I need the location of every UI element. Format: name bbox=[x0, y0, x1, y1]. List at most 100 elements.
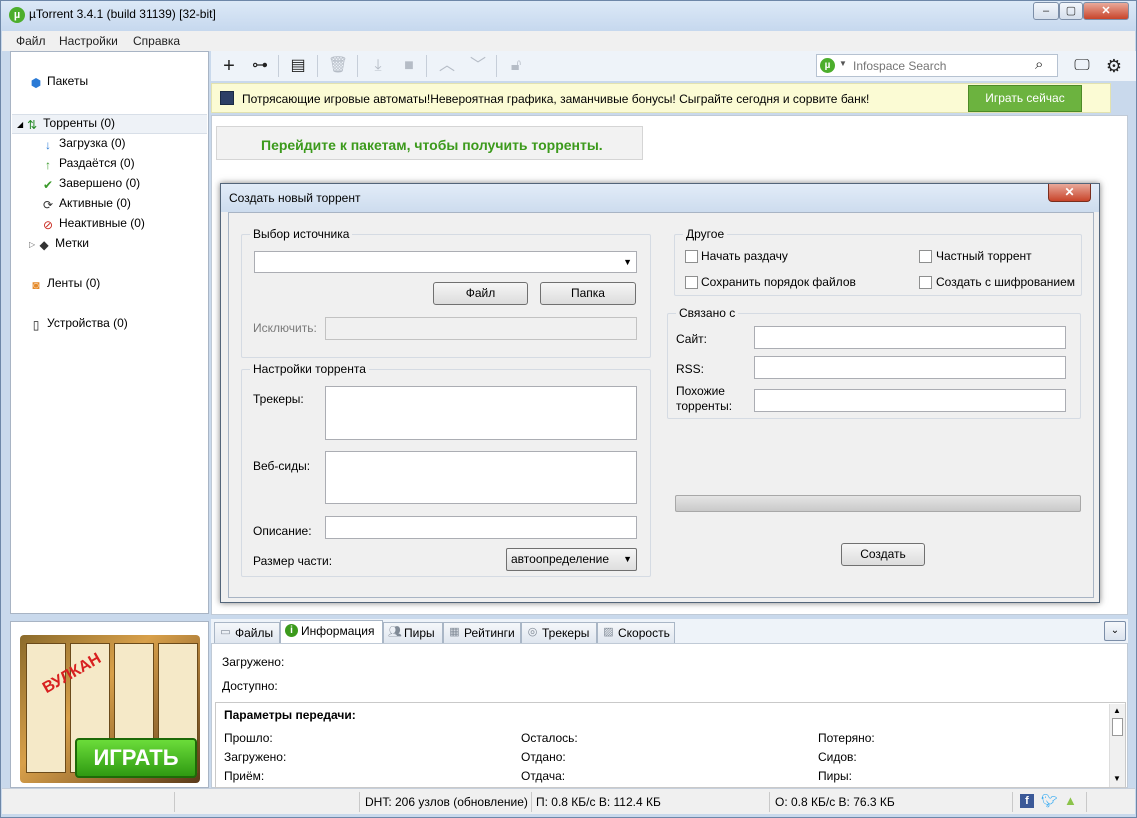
piece-size-value: автоопределение bbox=[511, 552, 610, 566]
tab-info[interactable]: i Информация bbox=[280, 620, 383, 643]
close-button[interactable]: ✕ bbox=[1083, 2, 1129, 20]
remote-monitor-icon[interactable]: 🖵︎ bbox=[1070, 55, 1094, 77]
phone-icon: ▯ bbox=[32, 318, 40, 332]
sidebar-item-downloading[interactable]: ↓ Загрузка (0) bbox=[41, 136, 126, 152]
description-field[interactable] bbox=[325, 516, 637, 539]
sidebar-item-label: Раздаётся (0) bbox=[59, 156, 135, 170]
play-ad-button[interactable]: ИГРАТЬ bbox=[75, 738, 197, 778]
private-torrent-checkbox[interactable] bbox=[919, 250, 932, 263]
tab-label: Рейтинги bbox=[464, 626, 515, 640]
sidebar-item-active[interactable]: ⟳ Активные (0) bbox=[41, 196, 131, 212]
collapse-panel-icon[interactable]: ⌄ bbox=[1104, 621, 1126, 641]
start-seeding-checkbox[interactable] bbox=[685, 250, 698, 263]
play-now-button[interactable]: Играть сейчас bbox=[968, 85, 1082, 112]
collapse-arrow-icon[interactable]: ▷ bbox=[29, 240, 35, 249]
status-divider bbox=[174, 792, 175, 812]
torrent-settings-label: Настройки торрента bbox=[250, 362, 369, 376]
scroll-down-icon[interactable]: ▼ bbox=[1113, 774, 1121, 783]
sidebar-item-label: Пакеты bbox=[47, 74, 89, 88]
refresh-icon: ⟳ bbox=[42, 198, 54, 212]
similar-torrents-field[interactable] bbox=[754, 389, 1066, 412]
stop-icon[interactable]: ■ bbox=[397, 55, 421, 77]
bundles-hint[interactable]: Перейдите к пакетам, чтобы получить торр… bbox=[216, 126, 643, 160]
description-label: Описание: bbox=[253, 524, 312, 538]
tab-label: Пиры bbox=[404, 626, 435, 640]
rss-field[interactable] bbox=[754, 356, 1066, 379]
delete-icon[interactable]: 🗑︎ bbox=[326, 55, 350, 77]
menu-file[interactable]: Файл bbox=[16, 34, 46, 48]
dialog-title-bar: Создать новый торрент ✕ bbox=[221, 184, 1099, 212]
dialog-title: Создать новый торрент bbox=[229, 191, 361, 205]
scroll-thumb[interactable] bbox=[1112, 718, 1123, 736]
scroll-up-icon[interactable]: ▲ bbox=[1113, 706, 1121, 715]
sidebar-item-inactive[interactable]: ⊘ Неактивные (0) bbox=[41, 216, 145, 232]
maximize-button[interactable]: ▢ bbox=[1059, 2, 1083, 20]
android-icon[interactable]: ▲ bbox=[1064, 793, 1077, 808]
sidebar-item-bundles[interactable]: ⬢ Пакеты bbox=[29, 74, 88, 90]
gear-icon[interactable]: ⚙ bbox=[1102, 55, 1126, 77]
site-field[interactable] bbox=[754, 326, 1066, 349]
tab-trackers[interactable]: ◎ Трекеры bbox=[521, 622, 597, 643]
tag-icon: ◆ bbox=[39, 238, 49, 252]
menu-help[interactable]: Справка bbox=[133, 34, 180, 48]
status-bar: DHT: 206 узлов (обновление) П: 0.8 КБ/с … bbox=[2, 788, 1135, 814]
expand-arrow-icon[interactable]: ◢ bbox=[17, 120, 23, 129]
related-group: Связано с Сайт: RSS: Похожие торренты: bbox=[667, 306, 1081, 419]
sidebar-item-torrents[interactable]: ◢ ⇅ Торренты (0) bbox=[17, 116, 115, 132]
preserve-order-checkbox[interactable] bbox=[685, 276, 698, 289]
search-box[interactable]: µ ▼ ⌕ bbox=[816, 54, 1058, 77]
chevron-down-icon[interactable]: ▼ bbox=[839, 59, 847, 68]
tab-files[interactable]: ▭ Файлы bbox=[214, 622, 280, 643]
sidebar-item-labels[interactable]: ▷ ◆ Метки bbox=[29, 236, 89, 252]
sidebar-item-feeds[interactable]: ◙ Ленты (0) bbox=[29, 276, 100, 292]
move-up-icon[interactable]: ︿ bbox=[435, 55, 459, 77]
transfer-header: Параметры передачи: bbox=[224, 708, 356, 722]
upload-status[interactable]: О: 0.8 КБ/с В: 76.3 КБ bbox=[775, 795, 895, 809]
sidebar-item-label: Устройства (0) bbox=[47, 316, 128, 330]
twitter-icon[interactable]: 🐦︎ bbox=[1041, 793, 1058, 809]
chevron-down-icon: ▼ bbox=[623, 554, 632, 564]
info-scrollbar[interactable]: ▲ ▼ bbox=[1109, 704, 1125, 787]
tab-speed[interactable]: ▨ Скорость bbox=[597, 622, 675, 643]
folder-button[interactable]: Папка bbox=[540, 282, 636, 305]
facebook-icon[interactable]: f bbox=[1020, 794, 1034, 808]
tab-label: Скорость bbox=[618, 626, 670, 640]
minimize-button[interactable]: – bbox=[1033, 2, 1059, 20]
source-path-combobox[interactable]: ▼ bbox=[254, 251, 637, 273]
sidebar-ad[interactable]: ВУЛКАН ИГРАТЬ bbox=[10, 621, 209, 788]
trackers-label: Трекеры: bbox=[253, 392, 304, 406]
trackers-textarea[interactable] bbox=[325, 386, 637, 440]
create-button[interactable]: Создать bbox=[841, 543, 925, 566]
menu-settings[interactable]: Настройки bbox=[59, 34, 118, 48]
tab-peers[interactable]: 👥︎ Пиры bbox=[383, 622, 443, 643]
exclude-field[interactable] bbox=[325, 317, 637, 340]
similar-label-line2: торренты: bbox=[676, 399, 733, 413]
create-torrent-icon[interactable]: ▤ bbox=[286, 55, 310, 77]
sidebar-item-seeding[interactable]: ↑ Раздаётся (0) bbox=[41, 156, 135, 172]
start-download-icon[interactable]: ⤓ bbox=[366, 55, 390, 77]
unlock-icon[interactable]: 🔓︎ bbox=[504, 55, 528, 77]
create-encrypted-checkbox[interactable] bbox=[919, 276, 932, 289]
sidebar-item-completed[interactable]: ✔ Завершено (0) bbox=[41, 176, 140, 192]
dialog-close-button[interactable]: ✕ bbox=[1048, 184, 1091, 202]
file-button[interactable]: Файл bbox=[433, 282, 528, 305]
add-torrent-icon[interactable]: + bbox=[217, 55, 241, 77]
move-down-icon[interactable]: ﹀ bbox=[466, 55, 490, 77]
detail-tabs: ▭ Файлы i Информация 👥︎ Пиры ▦ Рейтинги ◎ Тре… bbox=[211, 619, 1128, 643]
sidebar: ⬢ Пакеты ◢ ⇅ Торренты (0) ↓ Загрузка (0) ↑ Ра… bbox=[10, 51, 209, 614]
send-label: Отдача: bbox=[521, 769, 566, 783]
dht-status: DHT: 206 узлов (обновление) bbox=[365, 795, 528, 809]
sidebar-item-devices[interactable]: ▯ Устройства (0) bbox=[29, 316, 128, 332]
search-icon[interactable]: ⌕ bbox=[1035, 56, 1043, 73]
rss-icon: ◙ bbox=[32, 278, 40, 292]
tab-ratings[interactable]: ▦ Рейтинги bbox=[443, 622, 521, 643]
search-input[interactable] bbox=[853, 57, 1033, 74]
download-status[interactable]: П: 0.8 КБ/с В: 112.4 КБ bbox=[536, 795, 661, 809]
add-link-icon[interactable]: ⊶ bbox=[248, 55, 272, 77]
ad-message: Потрясающие игровые автоматы!Невероятная… bbox=[242, 92, 870, 106]
piece-size-select[interactable]: автоопределение ▼ bbox=[506, 548, 637, 571]
dialog-body: Выбор источника ▼ Файл Папка Исключить: … bbox=[228, 212, 1094, 598]
chevron-down-icon[interactable]: ▼ bbox=[623, 257, 632, 267]
menu-bar: Файл Настройки Справка bbox=[2, 31, 1135, 51]
webseeds-textarea[interactable] bbox=[325, 451, 637, 504]
